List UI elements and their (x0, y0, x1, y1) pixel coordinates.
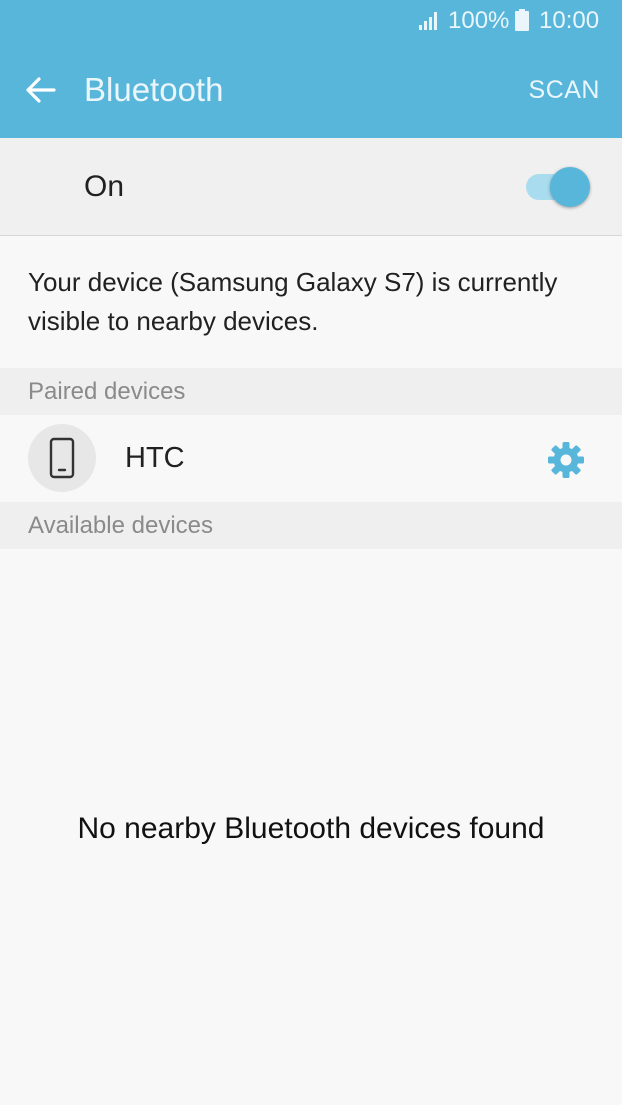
bluetooth-settings-screen: 100% 10:00 Bluetooth SCAN On Your device… (0, 0, 622, 1105)
paired-devices-label: Paired devices (28, 378, 186, 405)
paired-devices-header: Paired devices (0, 368, 622, 415)
battery-percentage: 100% (448, 7, 510, 34)
signal-icon (419, 12, 437, 30)
device-name: HTC (125, 442, 185, 474)
visibility-message: Your device (Samsung Galaxy S7) is curre… (28, 267, 558, 336)
status-time: 10:00 (539, 7, 600, 34)
page-title: Bluetooth (84, 71, 224, 108)
arrow-left-icon (26, 77, 56, 103)
smartphone-icon (49, 437, 75, 479)
status-bar: 100% 10:00 (0, 0, 622, 42)
no-devices-message: No nearby Bluetooth devices found (77, 812, 545, 845)
gear-icon (548, 442, 584, 478)
paired-device-item[interactable]: HTC (0, 415, 622, 501)
toggle-thumb (550, 167, 590, 207)
switch-label: On (84, 170, 125, 203)
device-settings-button[interactable] (541, 435, 591, 485)
app-header: 100% 10:00 Bluetooth SCAN (0, 0, 622, 138)
bluetooth-master-switch-row[interactable]: On (0, 138, 622, 236)
battery-icon (515, 9, 529, 31)
bluetooth-toggle[interactable] (524, 165, 594, 209)
available-devices-header: Available devices (0, 502, 622, 549)
action-bar: Bluetooth SCAN (0, 42, 622, 138)
available-devices-label: Available devices (28, 512, 214, 539)
device-avatar (28, 424, 96, 492)
back-button[interactable] (14, 63, 68, 117)
scan-button[interactable]: SCAN (529, 74, 600, 106)
